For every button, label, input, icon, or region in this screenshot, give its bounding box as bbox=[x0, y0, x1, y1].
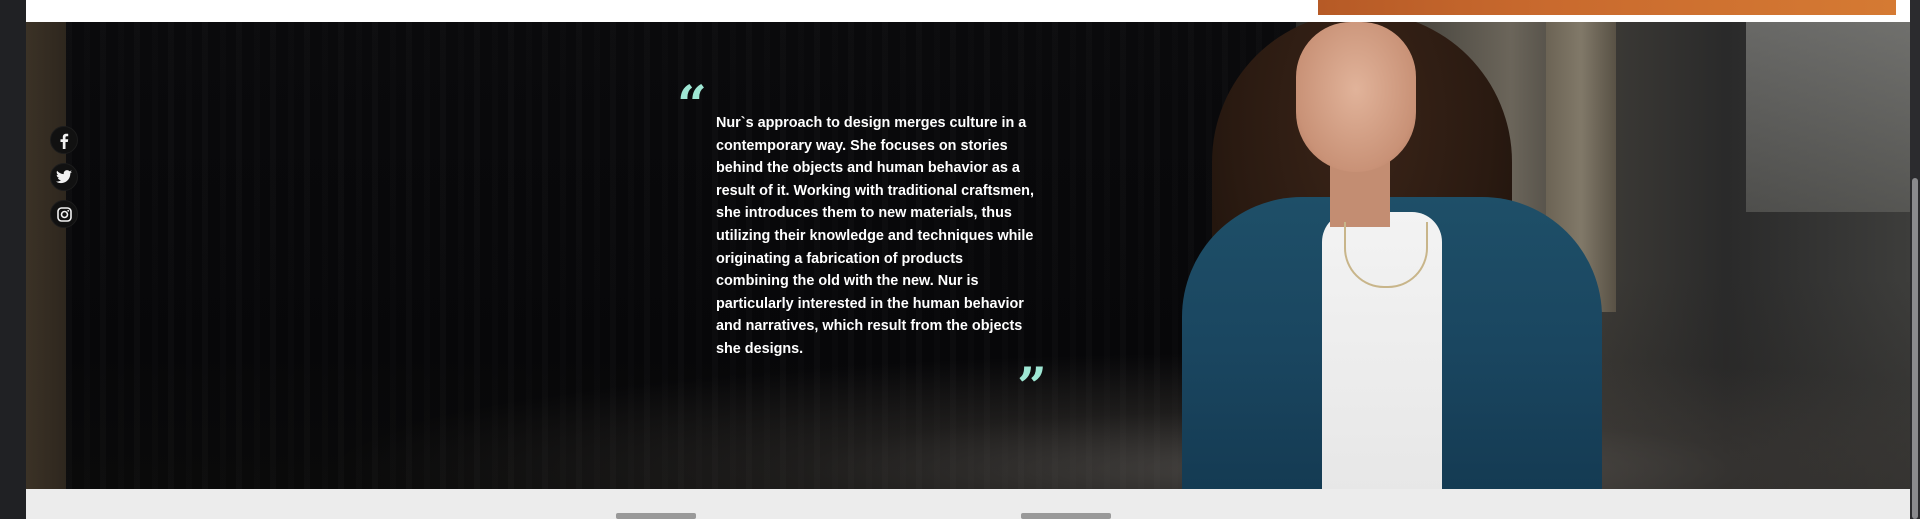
page-content: “ Nur`s approach to design merges cultur… bbox=[26, 0, 1910, 519]
hero-background-window bbox=[1746, 22, 1910, 212]
scrollbar-thumb[interactable] bbox=[1912, 178, 1918, 519]
designer-portrait bbox=[1172, 22, 1602, 489]
facebook-glyph bbox=[60, 133, 69, 149]
next-section-text-fragment bbox=[616, 513, 696, 519]
twitter-glyph bbox=[56, 170, 72, 184]
quote-close-mark: ” bbox=[1017, 357, 1047, 418]
next-section bbox=[26, 489, 1910, 519]
portrait-face bbox=[1296, 22, 1416, 172]
browser-viewport: “ Nur`s approach to design merges cultur… bbox=[0, 0, 1920, 519]
instagram-glyph bbox=[56, 207, 72, 222]
instagram-icon[interactable] bbox=[50, 200, 78, 228]
facebook-icon[interactable] bbox=[50, 126, 78, 154]
designer-quote: Nur`s approach to design merges culture … bbox=[716, 115, 1034, 357]
hero-section: “ Nur`s approach to design merges cultur… bbox=[26, 22, 1910, 489]
top-strip bbox=[26, 0, 1910, 22]
hero-background-floor bbox=[326, 352, 1910, 489]
twitter-icon[interactable] bbox=[50, 163, 78, 191]
next-section-text-fragment bbox=[1021, 513, 1111, 519]
quote-open-mark: “ bbox=[677, 75, 707, 136]
top-banner-image bbox=[1318, 0, 1896, 15]
